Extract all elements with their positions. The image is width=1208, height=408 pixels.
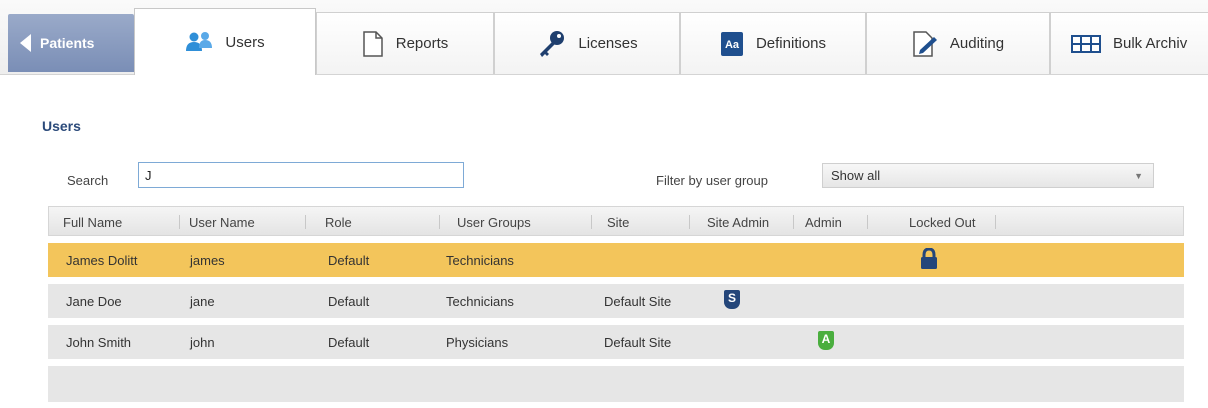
cell-user-groups: Technicians [446,294,514,309]
document-icon [362,30,384,57]
aa-dictionary-icon: Aa [720,31,744,57]
grid-table-icon [1071,34,1101,53]
column-header-site[interactable]: Site [607,215,629,230]
cell-role: Default [328,294,370,309]
filter-selected-value: Show all [831,168,881,183]
tab-reports-label: Reports [395,35,449,52]
page-title: Users [42,118,81,134]
cell-user-name: john [190,335,215,350]
search-label: Search [67,173,109,188]
tab-bulk-archive-label: Bulk Archiv [1113,35,1188,52]
cell-role: Default [328,253,370,268]
search-input[interactable] [138,162,464,188]
table-row-empty [48,366,1184,402]
cell-user-groups: Technicians [446,253,514,268]
padlock-icon [920,247,938,273]
cell-site: Default Site [604,294,672,309]
users-icon [185,31,213,53]
cell-full-name: John Smith [66,335,132,350]
cell-full-name: Jane Doe [66,294,122,309]
column-header-admin[interactable]: Admin [805,215,842,230]
column-divider [867,215,868,229]
table-header: Full Name User Name Role User Groups Sit… [48,206,1184,236]
column-header-full-name[interactable]: Full Name [63,215,122,230]
column-divider [995,215,996,229]
back-arrow-icon [20,34,31,52]
site-admin-badge-icon: S [724,290,740,309]
cell-user-name: james [190,253,225,268]
cell-user-name: jane [190,294,215,309]
back-to-patients-button[interactable]: Patients [8,14,134,72]
svg-text:Aa: Aa [725,39,740,51]
tab-definitions[interactable]: Aa Definitions [680,12,866,74]
chevron-down-icon: ▼ [1134,171,1143,181]
cell-site: Default Site [604,335,672,350]
tab-auditing[interactable]: Auditing [866,12,1050,74]
cell-role: Default [328,335,370,350]
admin-badge-icon: A [818,331,834,350]
user-group-filter-select[interactable]: Show all ▼ [822,163,1154,188]
column-divider [305,215,306,229]
column-divider [793,215,794,229]
tab-bulk-archive[interactable]: Bulk Archiv [1050,12,1208,74]
column-header-user-groups[interactable]: User Groups [457,215,531,230]
column-header-role[interactable]: Role [325,215,352,230]
table-row[interactable]: Jane Doe jane Default Technicians Defaul… [48,284,1184,318]
column-divider [689,215,690,229]
main-tab-bar: Patients Users Reports Licenses Aa Defin… [0,0,1208,75]
tab-licenses[interactable]: Licenses [494,12,680,74]
pen-edit-icon [912,30,938,57]
tab-auditing-label: Auditing [949,35,1005,52]
tab-users-label: Users [225,33,265,51]
tab-licenses-label: Licenses [578,35,638,52]
column-divider [591,215,592,229]
table-row[interactable]: James Dolitt james Default Technicians [48,243,1184,277]
back-button-label: Patients [40,35,95,51]
cell-user-groups: Physicians [446,335,509,350]
users-table: Full Name User Name Role User Groups Sit… [48,206,1184,402]
cell-full-name: James Dolitt [66,253,138,268]
column-header-site-admin[interactable]: Site Admin [707,215,769,230]
column-header-user-name[interactable]: User Name [189,215,255,230]
tab-reports[interactable]: Reports [316,12,494,74]
column-divider [179,215,180,229]
table-row[interactable]: John Smith john Default Physicians Defau… [48,325,1184,359]
filter-label: Filter by user group [656,173,768,188]
column-divider [439,215,440,229]
column-header-locked-out[interactable]: Locked Out [909,215,976,230]
key-icon [536,29,566,59]
tab-definitions-label: Definitions [755,35,827,52]
tab-users[interactable]: Users [134,8,316,75]
